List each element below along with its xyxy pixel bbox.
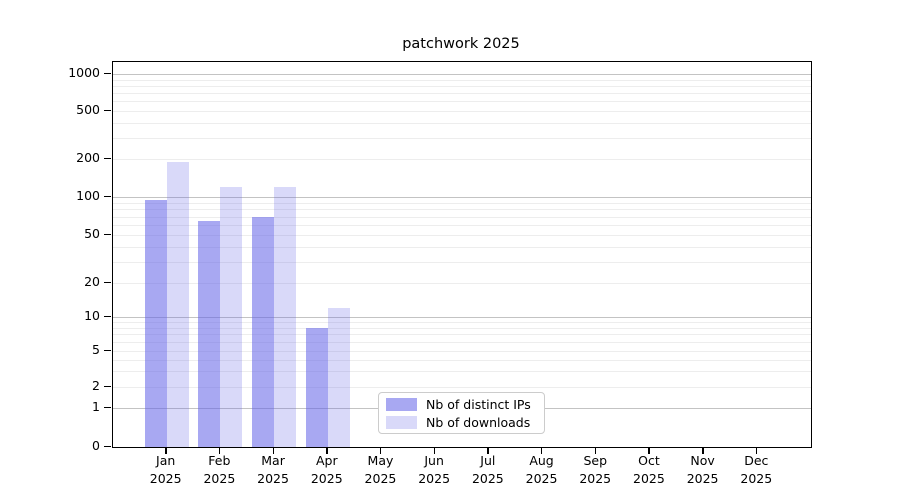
y-tick [104, 446, 111, 447]
y-tick [104, 110, 111, 111]
y-tick [104, 350, 111, 351]
y-tick-label: 0 [34, 438, 100, 454]
y-tick-label: 20 [34, 274, 100, 290]
bar-distinct-ips-jan [145, 200, 167, 447]
gridline-minor [113, 217, 811, 218]
y-tick-label: 50 [34, 226, 100, 242]
y-tick-label: 1000 [34, 65, 100, 81]
gridline-minor [113, 159, 811, 160]
bar-downloads-mar [274, 187, 296, 447]
y-tick-label: 500 [34, 102, 100, 118]
legend-label-distinct-ips: Nb of distinct IPs [426, 397, 531, 412]
gridline-minor [113, 209, 811, 210]
legend-item-downloads: Nb of downloads [386, 415, 544, 430]
y-tick [104, 158, 111, 159]
legend-swatch-distinct-ips [386, 398, 417, 411]
y-tick-label: 5 [34, 342, 100, 358]
y-tick-label: 2 [34, 378, 100, 394]
legend-swatch-downloads [386, 416, 417, 429]
bar-distinct-ips-feb [198, 221, 220, 447]
gridline-minor [113, 111, 811, 112]
y-tick-label: 10 [34, 308, 100, 324]
bar-downloads-jan [167, 162, 189, 447]
y-tick [104, 282, 111, 283]
gridline-minor [113, 138, 811, 139]
gridline-minor [113, 80, 811, 81]
y-tick [104, 73, 111, 74]
bar-downloads-apr [328, 308, 350, 447]
gridline-minor [113, 203, 811, 204]
gridline-major [113, 74, 811, 75]
legend-box: Nb of distinct IPs Nb of downloads [378, 392, 545, 434]
gridline-major [113, 197, 811, 198]
y-tick-label: 1 [34, 399, 100, 415]
legend-item-distinct-ips: Nb of distinct IPs [386, 397, 544, 412]
gridline-minor [113, 86, 811, 87]
bar-distinct-ips-mar [252, 217, 274, 447]
y-tick [104, 234, 111, 235]
bar-downloads-feb [220, 187, 242, 447]
gridline-minor [113, 93, 811, 94]
y-tick [104, 316, 111, 317]
legend-label-downloads: Nb of downloads [426, 415, 530, 430]
chart-title: patchwork 2025 [112, 36, 810, 52]
gridline-minor [113, 123, 811, 124]
x-tick-label: Dec 2025 [724, 452, 788, 487]
y-tick [104, 196, 111, 197]
chart-canvas: patchwork 2025 01251020501002005001000 J… [0, 0, 900, 500]
y-tick [104, 407, 111, 408]
gridline-minor [113, 101, 811, 102]
y-tick-label: 100 [34, 188, 100, 204]
y-tick [104, 386, 111, 387]
bar-distinct-ips-apr [306, 328, 328, 447]
y-tick-label: 200 [34, 150, 100, 166]
plot-area [112, 61, 812, 448]
